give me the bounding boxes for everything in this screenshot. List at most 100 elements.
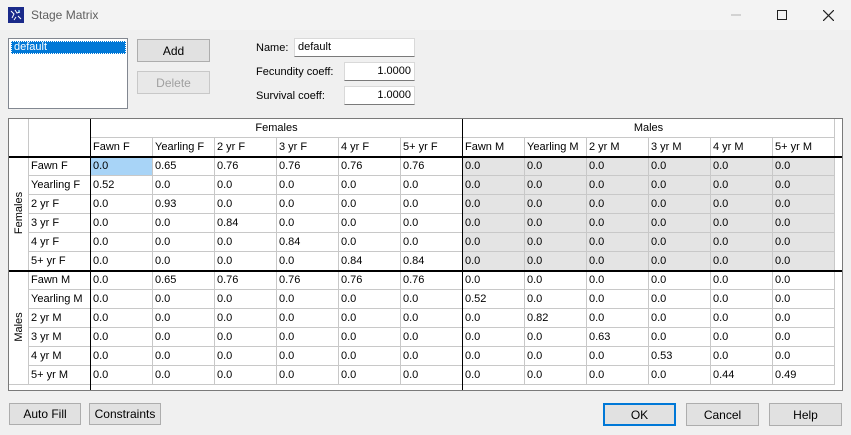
matrix-cell[interactable]: 0.0 bbox=[525, 157, 587, 176]
matrix-cell[interactable]: 0.0 bbox=[711, 233, 773, 252]
matrix-cell[interactable]: 0.0 bbox=[773, 252, 835, 271]
matrix-cell[interactable]: 0.0 bbox=[277, 176, 339, 195]
matrix-cell[interactable]: 0.0 bbox=[277, 290, 339, 309]
matrix-cell[interactable]: 0.0 bbox=[277, 252, 339, 271]
matrix-cell[interactable]: 0.0 bbox=[215, 176, 277, 195]
matrix-cell[interactable]: 0.0 bbox=[339, 366, 401, 385]
matrix-cell[interactable]: 0.0 bbox=[587, 252, 649, 271]
matrix-cell[interactable]: 0.0 bbox=[649, 157, 711, 176]
matrix-cell[interactable]: 0.63 bbox=[587, 328, 649, 347]
add-button[interactable]: Add bbox=[137, 39, 210, 62]
matrix-cell[interactable]: 0.65 bbox=[153, 271, 215, 290]
matrix-cell[interactable]: 0.0 bbox=[463, 233, 525, 252]
matrix-cell[interactable]: 0.0 bbox=[91, 271, 153, 290]
matrix-cell[interactable]: 0.0 bbox=[277, 309, 339, 328]
matrix-cell[interactable]: 0.0 bbox=[649, 233, 711, 252]
matrix-cell[interactable]: 0.76 bbox=[339, 271, 401, 290]
matrix-cell[interactable]: 0.0 bbox=[339, 328, 401, 347]
matrix-cell[interactable]: 0.76 bbox=[277, 157, 339, 176]
matrix-cell[interactable]: 0.0 bbox=[773, 328, 835, 347]
matrix-cell[interactable]: 0.0 bbox=[711, 328, 773, 347]
matrix-cell[interactable]: 0.49 bbox=[773, 366, 835, 385]
matrix-cell[interactable]: 0.0 bbox=[153, 347, 215, 366]
matrix-cell[interactable]: 0.0 bbox=[463, 195, 525, 214]
matrix-cell[interactable]: 0.76 bbox=[215, 157, 277, 176]
stage-list[interactable]: default bbox=[8, 38, 128, 109]
matrix-cell[interactable]: 0.0 bbox=[773, 233, 835, 252]
matrix-cell[interactable]: 0.0 bbox=[91, 157, 153, 176]
matrix-cell[interactable]: 0.0 bbox=[649, 214, 711, 233]
matrix-cell[interactable]: 0.0 bbox=[773, 290, 835, 309]
matrix-cell[interactable]: 0.0 bbox=[773, 157, 835, 176]
matrix-cell[interactable]: 0.76 bbox=[401, 157, 463, 176]
matrix-cell[interactable]: 0.0 bbox=[401, 214, 463, 233]
matrix-cell[interactable]: 0.93 bbox=[153, 195, 215, 214]
matrix-cell[interactable]: 0.0 bbox=[711, 214, 773, 233]
stage-matrix-grid[interactable]: Females Males Fawn F Yearling F2 yr F3 yr F… bbox=[8, 118, 843, 391]
matrix-cell[interactable]: 0.52 bbox=[91, 176, 153, 195]
matrix-cell[interactable]: 0.0 bbox=[773, 347, 835, 366]
matrix-cell[interactable]: 0.0 bbox=[525, 252, 587, 271]
matrix-cell[interactable]: 0.0 bbox=[587, 309, 649, 328]
matrix-cell[interactable]: 0.0 bbox=[711, 195, 773, 214]
matrix-cell[interactable]: 0.0 bbox=[339, 195, 401, 214]
matrix-cell[interactable]: 0.0 bbox=[153, 366, 215, 385]
matrix-cell[interactable]: 0.0 bbox=[153, 252, 215, 271]
matrix-cell[interactable]: 0.0 bbox=[339, 233, 401, 252]
matrix-cell[interactable]: 0.0 bbox=[711, 271, 773, 290]
matrix-cell[interactable]: 0.0 bbox=[339, 176, 401, 195]
matrix-cell[interactable]: 0.0 bbox=[153, 233, 215, 252]
matrix-cell[interactable]: 0.0 bbox=[401, 290, 463, 309]
matrix-cell[interactable]: 0.0 bbox=[711, 157, 773, 176]
matrix-cell[interactable]: 0.0 bbox=[711, 176, 773, 195]
matrix-cell[interactable]: 0.0 bbox=[91, 328, 153, 347]
matrix-cell[interactable]: 0.0 bbox=[215, 290, 277, 309]
matrix-cell[interactable]: 0.0 bbox=[153, 214, 215, 233]
matrix-cell[interactable]: 0.0 bbox=[277, 214, 339, 233]
matrix-cell[interactable]: 0.0 bbox=[401, 347, 463, 366]
matrix-cell[interactable]: 0.0 bbox=[277, 328, 339, 347]
matrix-cell[interactable]: 0.0 bbox=[587, 347, 649, 366]
matrix-cell[interactable]: 0.0 bbox=[91, 214, 153, 233]
matrix-cell[interactable]: 0.0 bbox=[215, 347, 277, 366]
ok-button[interactable]: OK bbox=[603, 403, 676, 426]
delete-button[interactable]: Delete bbox=[137, 71, 210, 94]
matrix-cell[interactable]: 0.0 bbox=[91, 347, 153, 366]
matrix-cell[interactable]: 0.0 bbox=[587, 214, 649, 233]
matrix-cell[interactable]: 0.0 bbox=[649, 271, 711, 290]
matrix-cell[interactable]: 0.0 bbox=[649, 176, 711, 195]
matrix-cell[interactable]: 0.52 bbox=[463, 290, 525, 309]
matrix-cell[interactable]: 0.0 bbox=[525, 195, 587, 214]
matrix-cell[interactable]: 0.0 bbox=[153, 176, 215, 195]
matrix-cell[interactable]: 0.0 bbox=[215, 366, 277, 385]
matrix-cell[interactable]: 0.0 bbox=[401, 309, 463, 328]
matrix-cell[interactable]: 0.84 bbox=[215, 214, 277, 233]
matrix-cell[interactable]: 0.0 bbox=[649, 195, 711, 214]
matrix-cell[interactable]: 0.0 bbox=[711, 290, 773, 309]
matrix-cell[interactable]: 0.76 bbox=[339, 157, 401, 176]
matrix-cell[interactable]: 0.0 bbox=[401, 366, 463, 385]
matrix-cell[interactable]: 0.0 bbox=[153, 290, 215, 309]
cancel-button[interactable]: Cancel bbox=[686, 403, 759, 426]
matrix-cell[interactable]: 0.0 bbox=[153, 309, 215, 328]
matrix-cell[interactable]: 0.0 bbox=[525, 328, 587, 347]
matrix-cell[interactable]: 0.0 bbox=[587, 366, 649, 385]
matrix-cell[interactable]: 0.84 bbox=[339, 252, 401, 271]
matrix-cell[interactable]: 0.0 bbox=[649, 366, 711, 385]
matrix-cell[interactable]: 0.0 bbox=[463, 252, 525, 271]
matrix-cell[interactable]: 0.0 bbox=[91, 290, 153, 309]
matrix-cell[interactable]: 0.0 bbox=[587, 195, 649, 214]
matrix-cell[interactable]: 0.0 bbox=[339, 290, 401, 309]
matrix-cell[interactable]: 0.0 bbox=[277, 366, 339, 385]
matrix-cell[interactable]: 0.0 bbox=[277, 195, 339, 214]
matrix-cell[interactable]: 0.0 bbox=[91, 233, 153, 252]
matrix-cell[interactable]: 0.65 bbox=[153, 157, 215, 176]
matrix-cell[interactable]: 0.0 bbox=[587, 271, 649, 290]
close-button[interactable] bbox=[805, 0, 851, 30]
help-button[interactable]: Help bbox=[769, 403, 842, 426]
matrix-cell[interactable]: 0.0 bbox=[773, 309, 835, 328]
matrix-cell[interactable]: 0.0 bbox=[339, 309, 401, 328]
matrix-cell[interactable]: 0.76 bbox=[277, 271, 339, 290]
matrix-cell[interactable]: 0.0 bbox=[91, 252, 153, 271]
matrix-cell[interactable]: 0.0 bbox=[649, 252, 711, 271]
